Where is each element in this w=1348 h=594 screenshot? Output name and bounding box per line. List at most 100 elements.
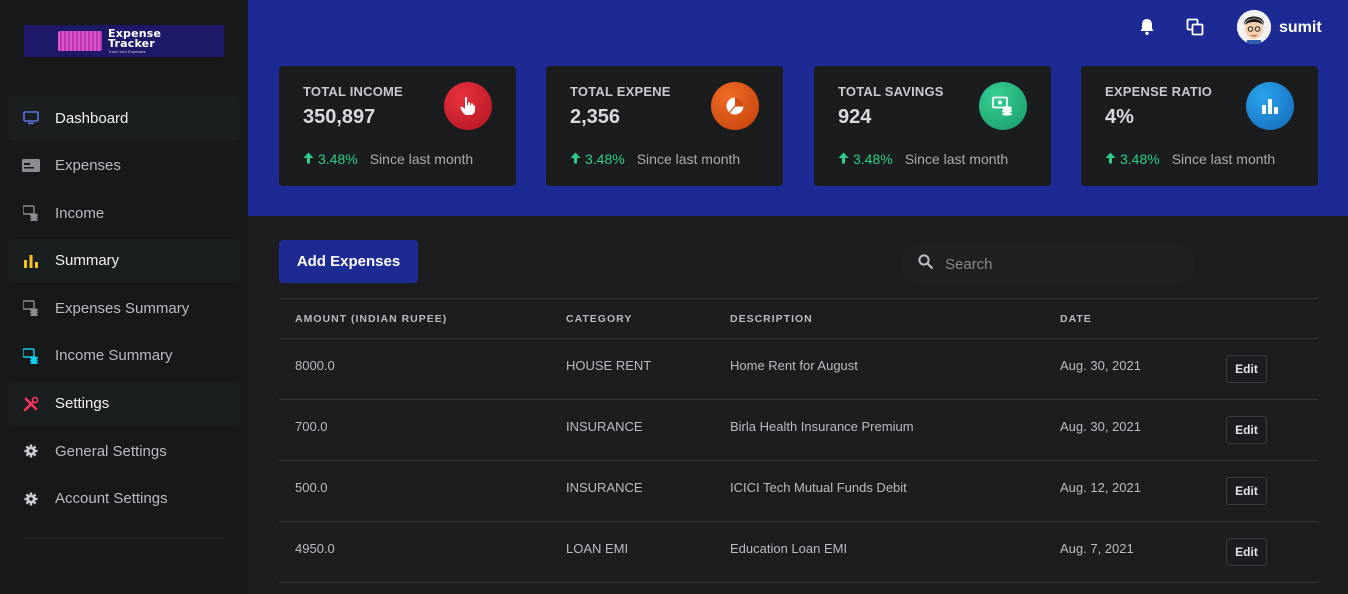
cell-category: INSURANCE [566,419,643,434]
sidebar-item-label: Account Settings [55,490,168,508]
table-row: 700.0 INSURANCE Birla Health Insurance P… [279,400,1318,461]
sidebar-item-income-summary[interactable]: Income Summary [8,334,240,378]
cell-date: Aug. 12, 2021 [1060,480,1141,495]
avatar[interactable] [1237,10,1271,44]
gear-icon [22,490,40,508]
card-icon [22,157,40,175]
pie-chart-icon [711,82,759,130]
logo-tagline: Track Your Expenses [108,48,146,54]
edit-button[interactable]: Edit [1226,538,1267,566]
bar-chart-icon [1246,82,1294,130]
sidebar-item-general-settings[interactable]: General Settings [8,429,240,473]
stat-label: EXPENSE RATIO [1105,84,1213,99]
sidebar-item-label: Expenses [55,157,121,175]
cell-description: ICICI Tech Mutual Funds Debit [730,480,907,495]
cell-category: INSURANCE [566,480,643,495]
cell-date: Aug. 30, 2021 [1060,419,1141,434]
cell-description: Home Rent for August [730,358,858,373]
sidebar-item-label: General Settings [55,442,167,460]
search-input[interactable] [945,255,1165,273]
logo-title-line2: Tracker [108,36,155,50]
money-coins-icon [979,82,1027,130]
cell-description: Birla Health Insurance Premium [730,419,914,434]
stat-label: TOTAL INCOME [303,84,403,99]
stat-since: Since last month [904,151,1009,167]
stat-value: 4% [1105,106,1134,128]
bell-icon[interactable] [1139,18,1157,36]
cell-amount: 4950.0 [295,541,335,556]
coins-icon [22,299,40,317]
stat-label: TOTAL SAVINGS [838,84,944,99]
edit-button[interactable]: Edit [1226,416,1267,444]
search-icon [918,254,933,274]
stat-footer: 3.48% Since last month [303,151,473,167]
stat-value: 924 [838,106,872,128]
stat-since: Since last month [369,151,474,167]
stat-label: TOTAL EXPENE [570,84,671,99]
app-logo[interactable]: Expense Tracker Track Your Expenses [24,25,224,57]
stat-since: Since last month [1171,151,1276,167]
sidebar-item-income[interactable]: Income [8,191,240,235]
stat-change: 3.48% [853,151,893,167]
add-expenses-button[interactable]: Add Expenses [279,240,418,283]
sidebar-item-label: Summary [55,252,120,270]
edit-button[interactable]: Edit [1226,477,1267,505]
cell-amount: 500.0 [295,480,328,495]
sidebar-item-settings[interactable]: Settings [8,381,240,426]
cell-amount: 700.0 [295,419,328,434]
arrow-up-icon [838,151,849,167]
gear-icon [22,442,40,460]
sidebar-item-label: Expenses Summary [55,299,190,317]
logo-mark-icon [58,31,102,51]
sidebar-item-label: Dashboard [55,109,129,127]
sidebar-item-account-settings[interactable]: Account Settings [8,477,240,521]
table-row: 4950.0 LOAN EMI Education Loan EMI Aug. … [279,522,1318,583]
stat-footer: 3.48% Since last month [1105,151,1275,167]
table-row: 8000.0 HOUSE RENT Home Rent for August A… [279,339,1318,400]
column-header-description[interactable]: DESCRIPTION [730,313,813,325]
stat-footer: 3.48% Since last month [570,151,740,167]
sidebar-item-expenses-summary[interactable]: Expenses Summary [8,286,240,330]
pointer-hand-icon [444,82,492,130]
sidebar-item-label: Income [55,204,105,222]
coins-icon [22,204,40,222]
column-header-date[interactable]: DATE [1060,313,1092,325]
cell-description: Education Loan EMI [730,541,848,556]
arrow-up-icon [303,151,314,167]
cell-amount: 8000.0 [295,358,335,373]
cell-date: Aug. 30, 2021 [1060,358,1141,373]
logo-text: Expense Tracker Track Your Expenses [108,28,161,54]
table-row: 500.0 INSURANCE ICICI Tech Mutual Funds … [279,461,1318,522]
sidebar-item-dashboard[interactable]: Dashboard [8,96,240,140]
stat-card-expense-ratio: EXPENSE RATIO 4% 3.48% Since last month [1081,66,1318,186]
stat-change: 3.48% [318,151,358,167]
column-header-category[interactable]: CATEGORY [566,313,632,325]
sidebar-item-summary[interactable]: Summary [8,238,240,283]
stat-card-total-savings: TOTAL SAVINGS 924 3.48% Since last month [814,66,1051,186]
tools-icon [22,395,40,413]
stat-value: 350,897 [303,106,376,128]
edit-button[interactable]: Edit [1226,355,1267,383]
stat-card-total-expense: TOTAL EXPENE 2,356 3.48% Since last mont… [546,66,783,186]
sidebar-item-expenses[interactable]: Expenses [8,144,240,188]
windows-icon[interactable] [1186,18,1204,36]
sidebar-nav: Dashboard Expenses Income Summary Expens… [8,96,240,524]
arrow-up-icon [570,151,581,167]
user-name[interactable]: sumit [1279,19,1322,37]
sidebar-item-label: Settings [55,395,110,413]
cell-category: LOAN EMI [566,541,629,556]
stat-card-total-income: TOTAL INCOME 350,897 3.48% Since last mo… [279,66,516,186]
monitor-icon [22,109,40,127]
sidebar-divider [24,538,224,539]
expenses-table: AMOUNT (INDIAN RUPEE) CATEGORY DESCRIPTI… [279,298,1318,583]
table-header: AMOUNT (INDIAN RUPEE) CATEGORY DESCRIPTI… [279,298,1318,339]
bar-chart-icon [22,252,40,270]
sidebar-item-label: Income Summary [55,347,173,365]
arrow-up-icon [1105,151,1116,167]
stat-since: Since last month [636,151,741,167]
stat-change: 3.48% [585,151,625,167]
cell-category: HOUSE RENT [566,358,652,373]
column-header-amount[interactable]: AMOUNT (INDIAN RUPEE) [295,313,447,325]
stat-value: 2,356 [570,106,621,128]
coins-icon [22,347,40,365]
